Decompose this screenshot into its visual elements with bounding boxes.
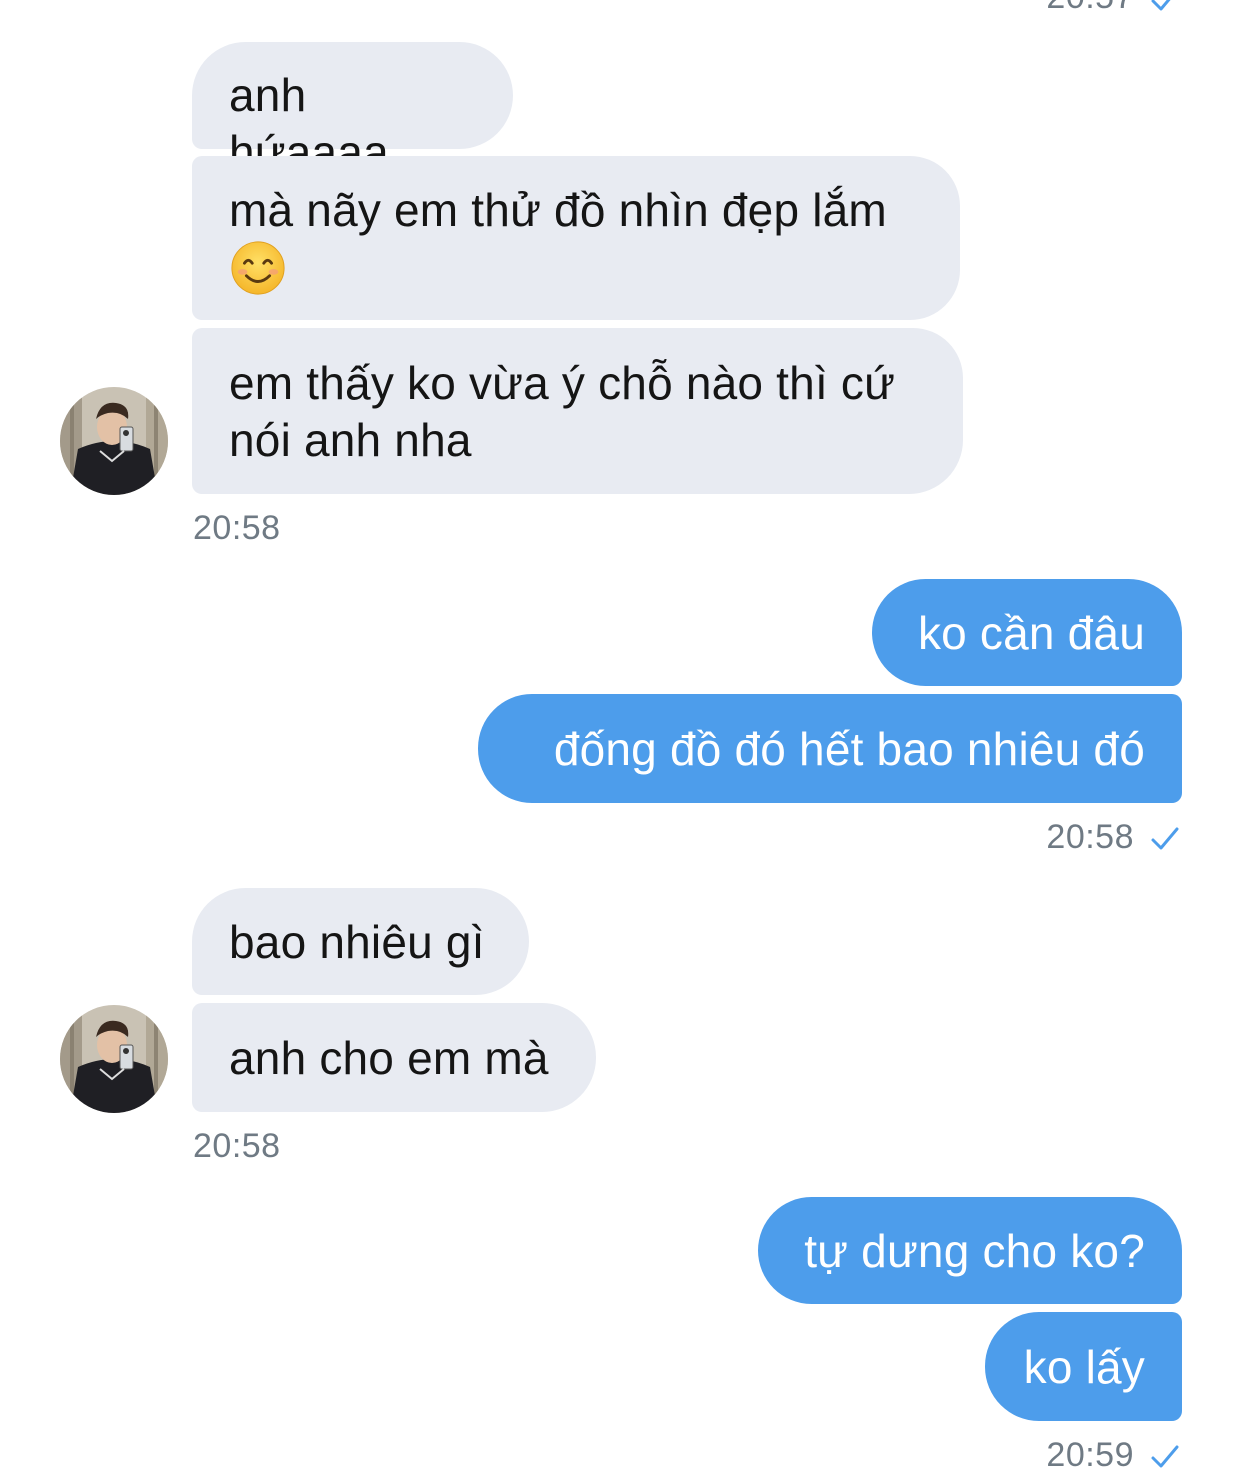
message-text: ko lấy	[1023, 1341, 1145, 1393]
message-text: tự dưng cho ko?	[804, 1225, 1145, 1277]
outgoing-message[interactable]: tự dưng cho ko?	[758, 1197, 1182, 1304]
incoming-message[interactable]: anh hứaaaa	[192, 42, 513, 178]
message-text: đống đồ đó hết bao nhiêu đó	[553, 723, 1145, 775]
message-text-line: em thấy ko vừa ý chỗ nào thì cứ	[229, 357, 896, 409]
avatar[interactable]	[60, 387, 168, 495]
read-check-icon	[1151, 827, 1179, 850]
incoming-message[interactable]: mà nãy em thử đồ nhìn đẹp lắm	[192, 156, 960, 320]
message-text: mà nãy em thử đồ nhìn đẹp lắm	[229, 184, 887, 236]
message-text-line: nói anh nha	[229, 414, 472, 466]
timestamp: 20:59	[1046, 1436, 1134, 1474]
incoming-message[interactable]: anh cho em mà	[192, 1003, 596, 1112]
timestamp: 20:58	[193, 1127, 281, 1165]
timestamp: 20:58	[193, 509, 281, 547]
outgoing-message[interactable]: đống đồ đó hết bao nhiêu đó	[478, 694, 1182, 803]
timestamp: 20:58	[1046, 818, 1134, 856]
message-text: ko cần đâu	[917, 607, 1145, 659]
message-text: anh cho em mà	[229, 1032, 549, 1084]
read-check-icon	[1151, 1445, 1179, 1468]
smiling-face-icon	[231, 241, 285, 295]
outgoing-message[interactable]: ko lấy	[985, 1312, 1182, 1421]
incoming-message[interactable]: em thấy ko vừa ý chỗ nào thì cứ nói anh …	[192, 328, 963, 494]
outgoing-message[interactable]: ko cần đâu	[872, 579, 1182, 686]
avatar[interactable]	[60, 1005, 168, 1113]
incoming-message[interactable]: bao nhiêu gì	[192, 888, 529, 995]
message-text: bao nhiêu gì	[229, 916, 485, 968]
read-check-icon	[1151, 0, 1171, 11]
partial-timestamp: 20:57	[1046, 0, 1134, 17]
